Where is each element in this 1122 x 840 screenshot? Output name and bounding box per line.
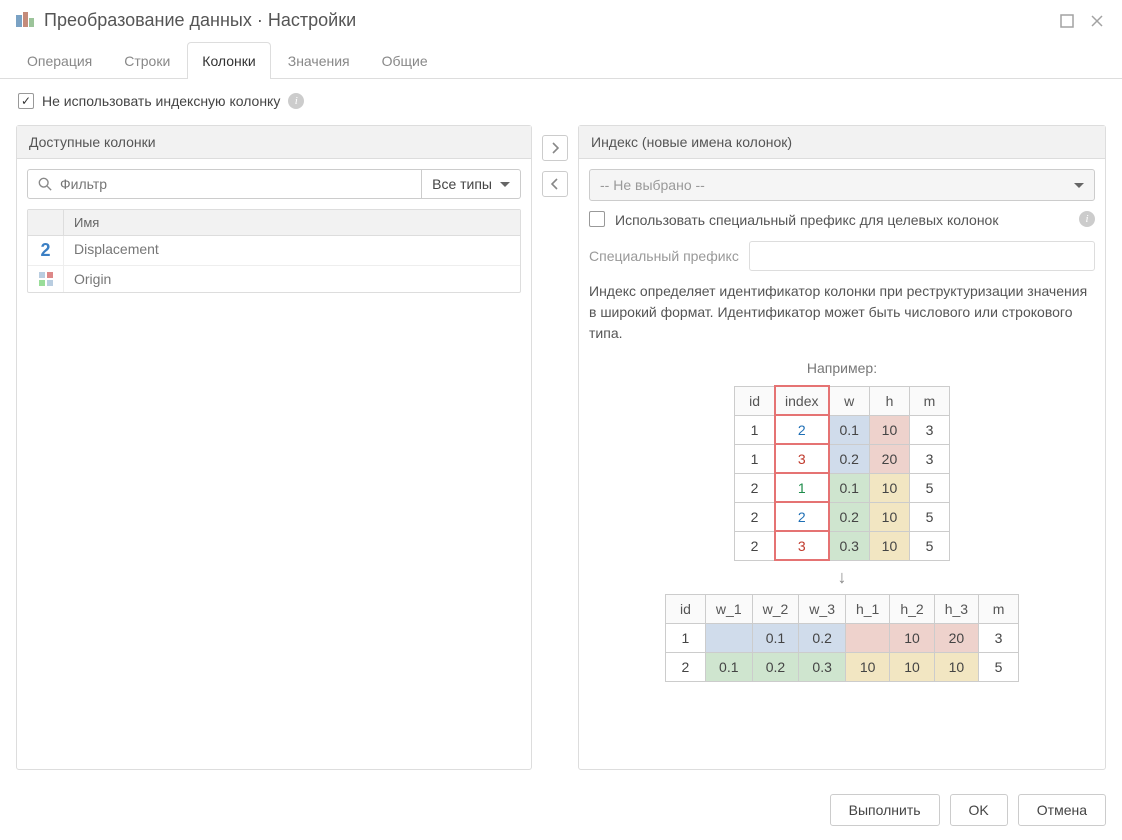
search-icon <box>38 177 52 191</box>
col-header-name: Имя <box>64 210 520 235</box>
maximize-icon[interactable] <box>1058 12 1076 30</box>
prefix-checkbox[interactable] <box>589 211 605 227</box>
settings-dialog: Преобразование данных · Настройки Операц… <box>0 0 1122 840</box>
columns-table: Имя 2 Displacement Origin <box>27 209 521 293</box>
filter-input[interactable] <box>60 176 411 192</box>
prefix-checkbox-label: Использовать специальный префикс для цел… <box>615 211 1069 231</box>
transfer-buttons <box>532 125 578 770</box>
prefix-input[interactable] <box>749 241 1095 271</box>
example-area: id index w h m 1 2 0.1 10 <box>589 386 1095 682</box>
tab-columns[interactable]: Колонки <box>187 42 270 79</box>
available-columns-title: Доступные колонки <box>17 126 531 159</box>
window-title: Преобразование данных · Настройки <box>44 10 356 31</box>
app-icon <box>16 12 34 30</box>
no-index-checkbox-row: Не использовать индексную колонку i <box>16 91 1106 115</box>
ok-button[interactable]: OK <box>950 794 1008 826</box>
table-row[interactable]: 2 Displacement <box>28 236 520 266</box>
tab-general[interactable]: Общие <box>367 42 443 79</box>
type-filter-dropdown[interactable]: Все типы <box>422 169 521 199</box>
move-left-button[interactable] <box>542 171 568 197</box>
table-row[interactable]: Origin <box>28 266 520 292</box>
type-filter-label: Все типы <box>432 176 492 192</box>
dialog-footer: Выполнить OK Отмена <box>0 782 1122 840</box>
no-index-checkbox[interactable] <box>18 93 34 109</box>
info-icon[interactable]: i <box>1079 211 1095 227</box>
example-table-bottom: id w_1 w_2 w_3 h_1 h_2 h_3 m 1 <box>665 594 1019 682</box>
index-select-placeholder: -- Не выбрано -- <box>600 177 705 193</box>
close-icon[interactable] <box>1088 12 1106 30</box>
example-table-top: id index w h m 1 2 0.1 10 <box>734 386 950 561</box>
content-area: Не использовать индексную колонку i Дост… <box>0 79 1122 782</box>
tab-bar: Операция Строки Колонки Значения Общие <box>0 41 1122 79</box>
info-icon[interactable]: i <box>288 93 304 109</box>
available-columns-panel: Доступные колонки Все типы <box>16 125 532 770</box>
cancel-button[interactable]: Отмена <box>1018 794 1106 826</box>
prefix-input-label: Специальный префикс <box>589 248 739 264</box>
run-button[interactable]: Выполнить <box>830 794 940 826</box>
titlebar: Преобразование данных · Настройки <box>0 0 1122 41</box>
index-panel-title: Индекс (новые имена колонок) <box>579 126 1105 159</box>
column-name: Displacement <box>64 236 520 265</box>
tab-rows[interactable]: Строки <box>109 42 185 79</box>
tab-operation[interactable]: Операция <box>12 42 107 79</box>
chevron-down-icon <box>500 182 510 187</box>
example-label: Например: <box>589 360 1095 376</box>
index-description: Индекс определяет идентификатор колонки … <box>589 281 1095 344</box>
no-index-label: Не использовать индексную колонку <box>42 93 280 109</box>
column-name: Origin <box>64 266 520 292</box>
index-select[interactable]: -- Не выбрано -- <box>589 169 1095 201</box>
category-icon <box>28 266 64 292</box>
filter-input-wrapper <box>27 169 422 199</box>
index-panel: Индекс (новые имена колонок) -- Не выбра… <box>578 125 1106 770</box>
move-right-button[interactable] <box>542 135 568 161</box>
arrow-down-icon: ↓ <box>838 567 847 588</box>
columns-layout: Доступные колонки Все типы <box>16 125 1106 770</box>
tab-values[interactable]: Значения <box>273 42 365 79</box>
numeric-icon: 2 <box>40 240 50 261</box>
chevron-down-icon <box>1074 183 1084 188</box>
